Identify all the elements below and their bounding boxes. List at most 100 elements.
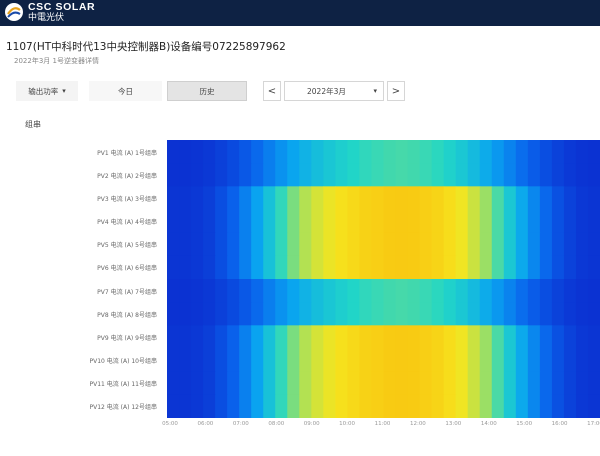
heatmap-cell[interactable] bbox=[515, 348, 529, 373]
heatmap-cell[interactable] bbox=[167, 140, 180, 164]
heatmap-cell[interactable] bbox=[203, 163, 216, 187]
heatmap-cell[interactable] bbox=[395, 232, 409, 257]
heatmap-cell[interactable] bbox=[503, 255, 517, 280]
heatmap-cell[interactable] bbox=[491, 348, 505, 373]
heatmap-cell[interactable] bbox=[179, 209, 192, 234]
heatmap-cell[interactable] bbox=[479, 209, 493, 234]
heatmap-cell[interactable] bbox=[539, 325, 553, 350]
heatmap-cell[interactable] bbox=[431, 302, 445, 326]
heatmap-cell[interactable] bbox=[503, 163, 517, 187]
metric-dropdown[interactable]: 输出功率 ▾ bbox=[16, 81, 78, 101]
heatmap-cell[interactable] bbox=[347, 348, 361, 373]
heatmap-cell[interactable] bbox=[407, 209, 421, 234]
heatmap-cell[interactable] bbox=[419, 209, 433, 234]
heatmap-cell[interactable] bbox=[551, 348, 565, 373]
heatmap-cell[interactable] bbox=[239, 302, 252, 326]
heatmap-cell[interactable] bbox=[539, 232, 553, 257]
heatmap-cell[interactable] bbox=[383, 163, 397, 187]
heatmap-cell[interactable] bbox=[539, 279, 553, 303]
heatmap-cell[interactable] bbox=[479, 186, 493, 211]
heatmap-cell[interactable] bbox=[335, 140, 349, 164]
heatmap-cell[interactable] bbox=[443, 232, 457, 257]
heatmap-cell[interactable] bbox=[407, 255, 421, 280]
heatmap-cell[interactable] bbox=[527, 325, 541, 350]
heatmap-cell[interactable] bbox=[191, 348, 204, 373]
heatmap-cell[interactable] bbox=[287, 186, 300, 211]
heatmap-cell[interactable] bbox=[191, 140, 204, 164]
heatmap-cell[interactable] bbox=[383, 279, 397, 303]
heatmap-cell[interactable] bbox=[251, 209, 264, 234]
heatmap-cell[interactable] bbox=[431, 209, 445, 234]
heatmap-cell[interactable] bbox=[275, 255, 288, 280]
heatmap-cell[interactable] bbox=[479, 255, 493, 280]
heatmap-cell[interactable] bbox=[215, 394, 228, 418]
heatmap-cell[interactable] bbox=[515, 394, 529, 418]
heatmap-cell[interactable] bbox=[407, 232, 421, 257]
heatmap-cell[interactable] bbox=[299, 140, 312, 164]
heatmap-cell[interactable] bbox=[287, 255, 300, 280]
heatmap-cell[interactable] bbox=[179, 279, 192, 303]
heatmap-cell[interactable] bbox=[551, 140, 565, 164]
heatmap-cell[interactable] bbox=[335, 163, 349, 187]
heatmap-cell[interactable] bbox=[479, 140, 493, 164]
heatmap-cell[interactable] bbox=[455, 394, 469, 418]
heatmap-cell[interactable] bbox=[179, 302, 192, 326]
heatmap-cell[interactable] bbox=[455, 140, 469, 164]
heatmap-cell[interactable] bbox=[347, 394, 361, 418]
heatmap-cell[interactable] bbox=[419, 302, 433, 326]
heatmap-cell[interactable] bbox=[443, 394, 457, 418]
heatmap-cell[interactable] bbox=[323, 163, 336, 187]
heatmap-cell[interactable] bbox=[467, 186, 481, 211]
heatmap-cell[interactable] bbox=[527, 279, 541, 303]
heatmap-cell[interactable] bbox=[335, 255, 349, 280]
heatmap-cell[interactable] bbox=[479, 279, 493, 303]
heatmap-cell[interactable] bbox=[551, 325, 565, 350]
heatmap-cell[interactable] bbox=[311, 186, 324, 211]
heatmap-cell[interactable] bbox=[467, 255, 481, 280]
heatmap-cell[interactable] bbox=[383, 255, 397, 280]
heatmap-cell[interactable] bbox=[455, 255, 469, 280]
heatmap-cell[interactable] bbox=[323, 302, 336, 326]
heatmap-cell[interactable] bbox=[323, 371, 336, 396]
heatmap-cell[interactable] bbox=[455, 186, 469, 211]
heatmap-cell[interactable] bbox=[563, 255, 577, 280]
heatmap-cell[interactable] bbox=[275, 186, 288, 211]
heatmap-cell[interactable] bbox=[431, 348, 445, 373]
heatmap-cell[interactable] bbox=[587, 348, 600, 373]
heatmap-cell[interactable] bbox=[347, 371, 361, 396]
heatmap-cell[interactable] bbox=[263, 140, 276, 164]
heatmap-cell[interactable] bbox=[407, 348, 421, 373]
heatmap-cell[interactable] bbox=[251, 186, 264, 211]
heatmap-cell[interactable] bbox=[323, 232, 336, 257]
heatmap-cell[interactable] bbox=[455, 279, 469, 303]
heatmap-cell[interactable] bbox=[203, 394, 216, 418]
heatmap-cell[interactable] bbox=[347, 186, 361, 211]
heatmap-cell[interactable] bbox=[419, 186, 433, 211]
heatmap-cell[interactable] bbox=[575, 255, 589, 280]
heatmap-cell[interactable] bbox=[299, 279, 312, 303]
heatmap-cell[interactable] bbox=[515, 371, 529, 396]
heatmap-cell[interactable] bbox=[167, 232, 180, 257]
heatmap-cell[interactable] bbox=[251, 348, 264, 373]
heatmap-cell[interactable] bbox=[287, 279, 300, 303]
heatmap-cell[interactable] bbox=[527, 371, 541, 396]
heatmap-cell[interactable] bbox=[203, 302, 216, 326]
heatmap-cell[interactable] bbox=[503, 325, 517, 350]
brand-logo[interactable]: CSC SOLAR 中電光伏 bbox=[4, 2, 95, 23]
heatmap-cell[interactable] bbox=[455, 163, 469, 187]
heatmap-cell[interactable] bbox=[479, 325, 493, 350]
heatmap-cell[interactable] bbox=[419, 140, 433, 164]
heatmap-cell[interactable] bbox=[515, 232, 529, 257]
heatmap-cell[interactable] bbox=[467, 348, 481, 373]
heatmap-cell[interactable] bbox=[539, 140, 553, 164]
heatmap-cell[interactable] bbox=[455, 232, 469, 257]
heatmap-cell[interactable] bbox=[419, 255, 433, 280]
heatmap-cell[interactable] bbox=[263, 394, 276, 418]
heatmap-cell[interactable] bbox=[371, 279, 385, 303]
heatmap-cell[interactable] bbox=[467, 140, 481, 164]
heatmap-cell[interactable] bbox=[443, 279, 457, 303]
heatmap-cell[interactable] bbox=[239, 394, 252, 418]
heatmap-cell[interactable] bbox=[215, 163, 228, 187]
heatmap-cell[interactable] bbox=[179, 371, 192, 396]
heatmap-cell[interactable] bbox=[371, 186, 385, 211]
